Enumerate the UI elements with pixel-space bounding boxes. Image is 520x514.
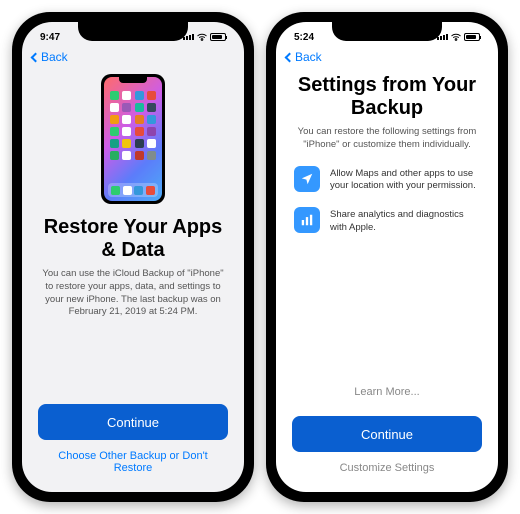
chevron-left-icon bbox=[31, 52, 41, 62]
setting-item-analytics: Share analytics and diagnostics with App… bbox=[294, 207, 480, 235]
footer: Continue Choose Other Backup or Don't Re… bbox=[22, 394, 244, 492]
screen-right: 5:24 Back Settings from Your Backup You … bbox=[276, 22, 498, 492]
status-bar: 5:24 bbox=[276, 22, 498, 48]
page-title: Settings from Your Backup bbox=[292, 74, 482, 120]
screen-left: 9:47 Back bbox=[22, 22, 244, 492]
status-time: 5:24 bbox=[294, 32, 334, 43]
continue-button[interactable]: Continue bbox=[38, 404, 228, 440]
setting-item-location: Allow Maps and other apps to use your lo… bbox=[294, 166, 480, 194]
setting-text: Share analytics and diagnostics with App… bbox=[330, 207, 480, 235]
signal-icon bbox=[183, 34, 194, 40]
back-label: Back bbox=[295, 50, 322, 64]
content-area: Settings from Your Backup You can restor… bbox=[276, 70, 498, 406]
signal-icon bbox=[437, 34, 448, 40]
phone-preview-image bbox=[101, 74, 165, 204]
phone-left: 9:47 Back bbox=[12, 12, 254, 502]
learn-more-link[interactable]: Learn More... bbox=[354, 386, 419, 398]
page-description: You can restore the following settings f… bbox=[292, 126, 482, 152]
phone-right: 5:24 Back Settings from Your Backup You … bbox=[266, 12, 508, 502]
status-indicators bbox=[176, 33, 226, 41]
page-title: Restore Your Apps & Data bbox=[38, 216, 228, 262]
customize-settings-link[interactable]: Customize Settings bbox=[292, 462, 482, 474]
location-arrow-icon bbox=[294, 166, 320, 192]
back-button[interactable]: Back bbox=[286, 50, 322, 64]
page-description: You can use the iCloud Backup of "iPhone… bbox=[38, 268, 228, 319]
status-indicators bbox=[430, 33, 480, 41]
status-time: 9:47 bbox=[40, 32, 80, 43]
battery-icon bbox=[464, 33, 480, 41]
setting-text: Allow Maps and other apps to use your lo… bbox=[330, 166, 480, 194]
nav-bar: Back bbox=[276, 48, 498, 70]
settings-list: Allow Maps and other apps to use your lo… bbox=[292, 166, 482, 235]
choose-other-backup-link[interactable]: Choose Other Backup or Don't Restore bbox=[38, 450, 228, 474]
content-area: Restore Your Apps & Data You can use the… bbox=[22, 70, 244, 394]
nav-bar: Back bbox=[22, 48, 244, 70]
back-label: Back bbox=[41, 50, 68, 64]
back-button[interactable]: Back bbox=[32, 50, 68, 64]
wifi-icon bbox=[197, 33, 207, 41]
footer: Continue Customize Settings bbox=[276, 406, 498, 492]
analytics-bars-icon bbox=[294, 207, 320, 233]
battery-icon bbox=[210, 33, 226, 41]
chevron-left-icon bbox=[285, 52, 295, 62]
continue-button[interactable]: Continue bbox=[292, 416, 482, 452]
status-bar: 9:47 bbox=[22, 22, 244, 48]
wifi-icon bbox=[451, 33, 461, 41]
